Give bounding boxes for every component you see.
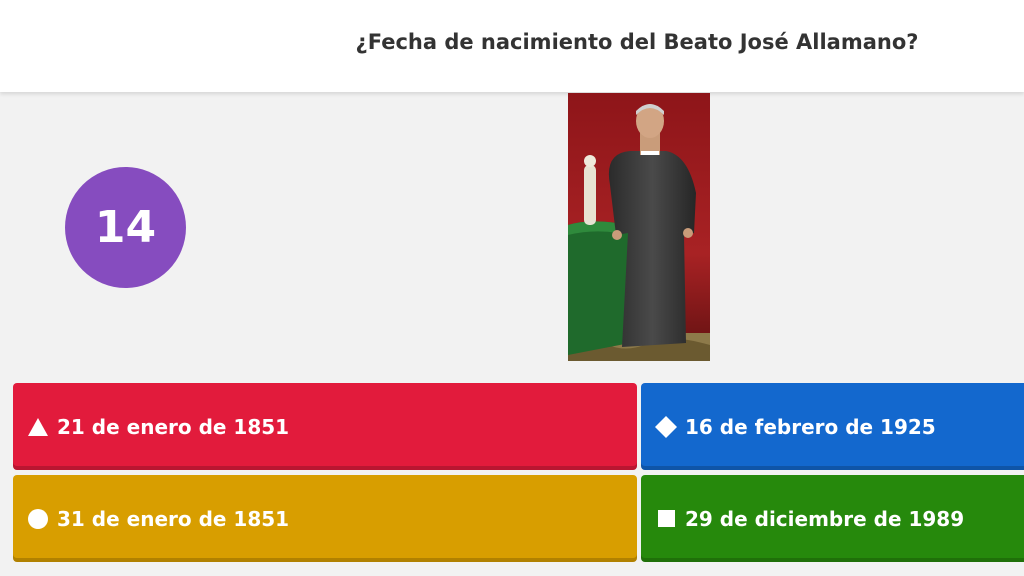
diamond-icon — [655, 415, 677, 438]
answer-button-triangle[interactable]: 21 de enero de 1851 — [13, 383, 637, 470]
circle-icon — [27, 508, 49, 530]
question-title: ¿Fecha de nacimiento del Beato José Alla… — [355, 30, 919, 54]
answer-label: 31 de enero de 1851 — [57, 506, 290, 531]
answer-label: 21 de enero de 1851 — [57, 414, 290, 439]
answer-button-circle[interactable]: 31 de enero de 1851 — [13, 475, 637, 562]
question-header: ¿Fecha de nacimiento del Beato José Alla… — [0, 0, 1024, 92]
answer-label: 16 de febrero de 1925 — [685, 414, 936, 439]
answer-button-square[interactable]: 29 de diciembre de 1989 — [641, 475, 1024, 562]
question-image — [568, 93, 710, 361]
countdown-timer: 14 — [65, 167, 186, 288]
triangle-icon — [27, 416, 49, 438]
answer-label: 29 de diciembre de 1989 — [685, 506, 965, 531]
answer-button-diamond[interactable]: 16 de febrero de 1925 — [641, 383, 1024, 470]
square-icon — [655, 508, 677, 530]
priest-portrait-image — [568, 93, 710, 361]
